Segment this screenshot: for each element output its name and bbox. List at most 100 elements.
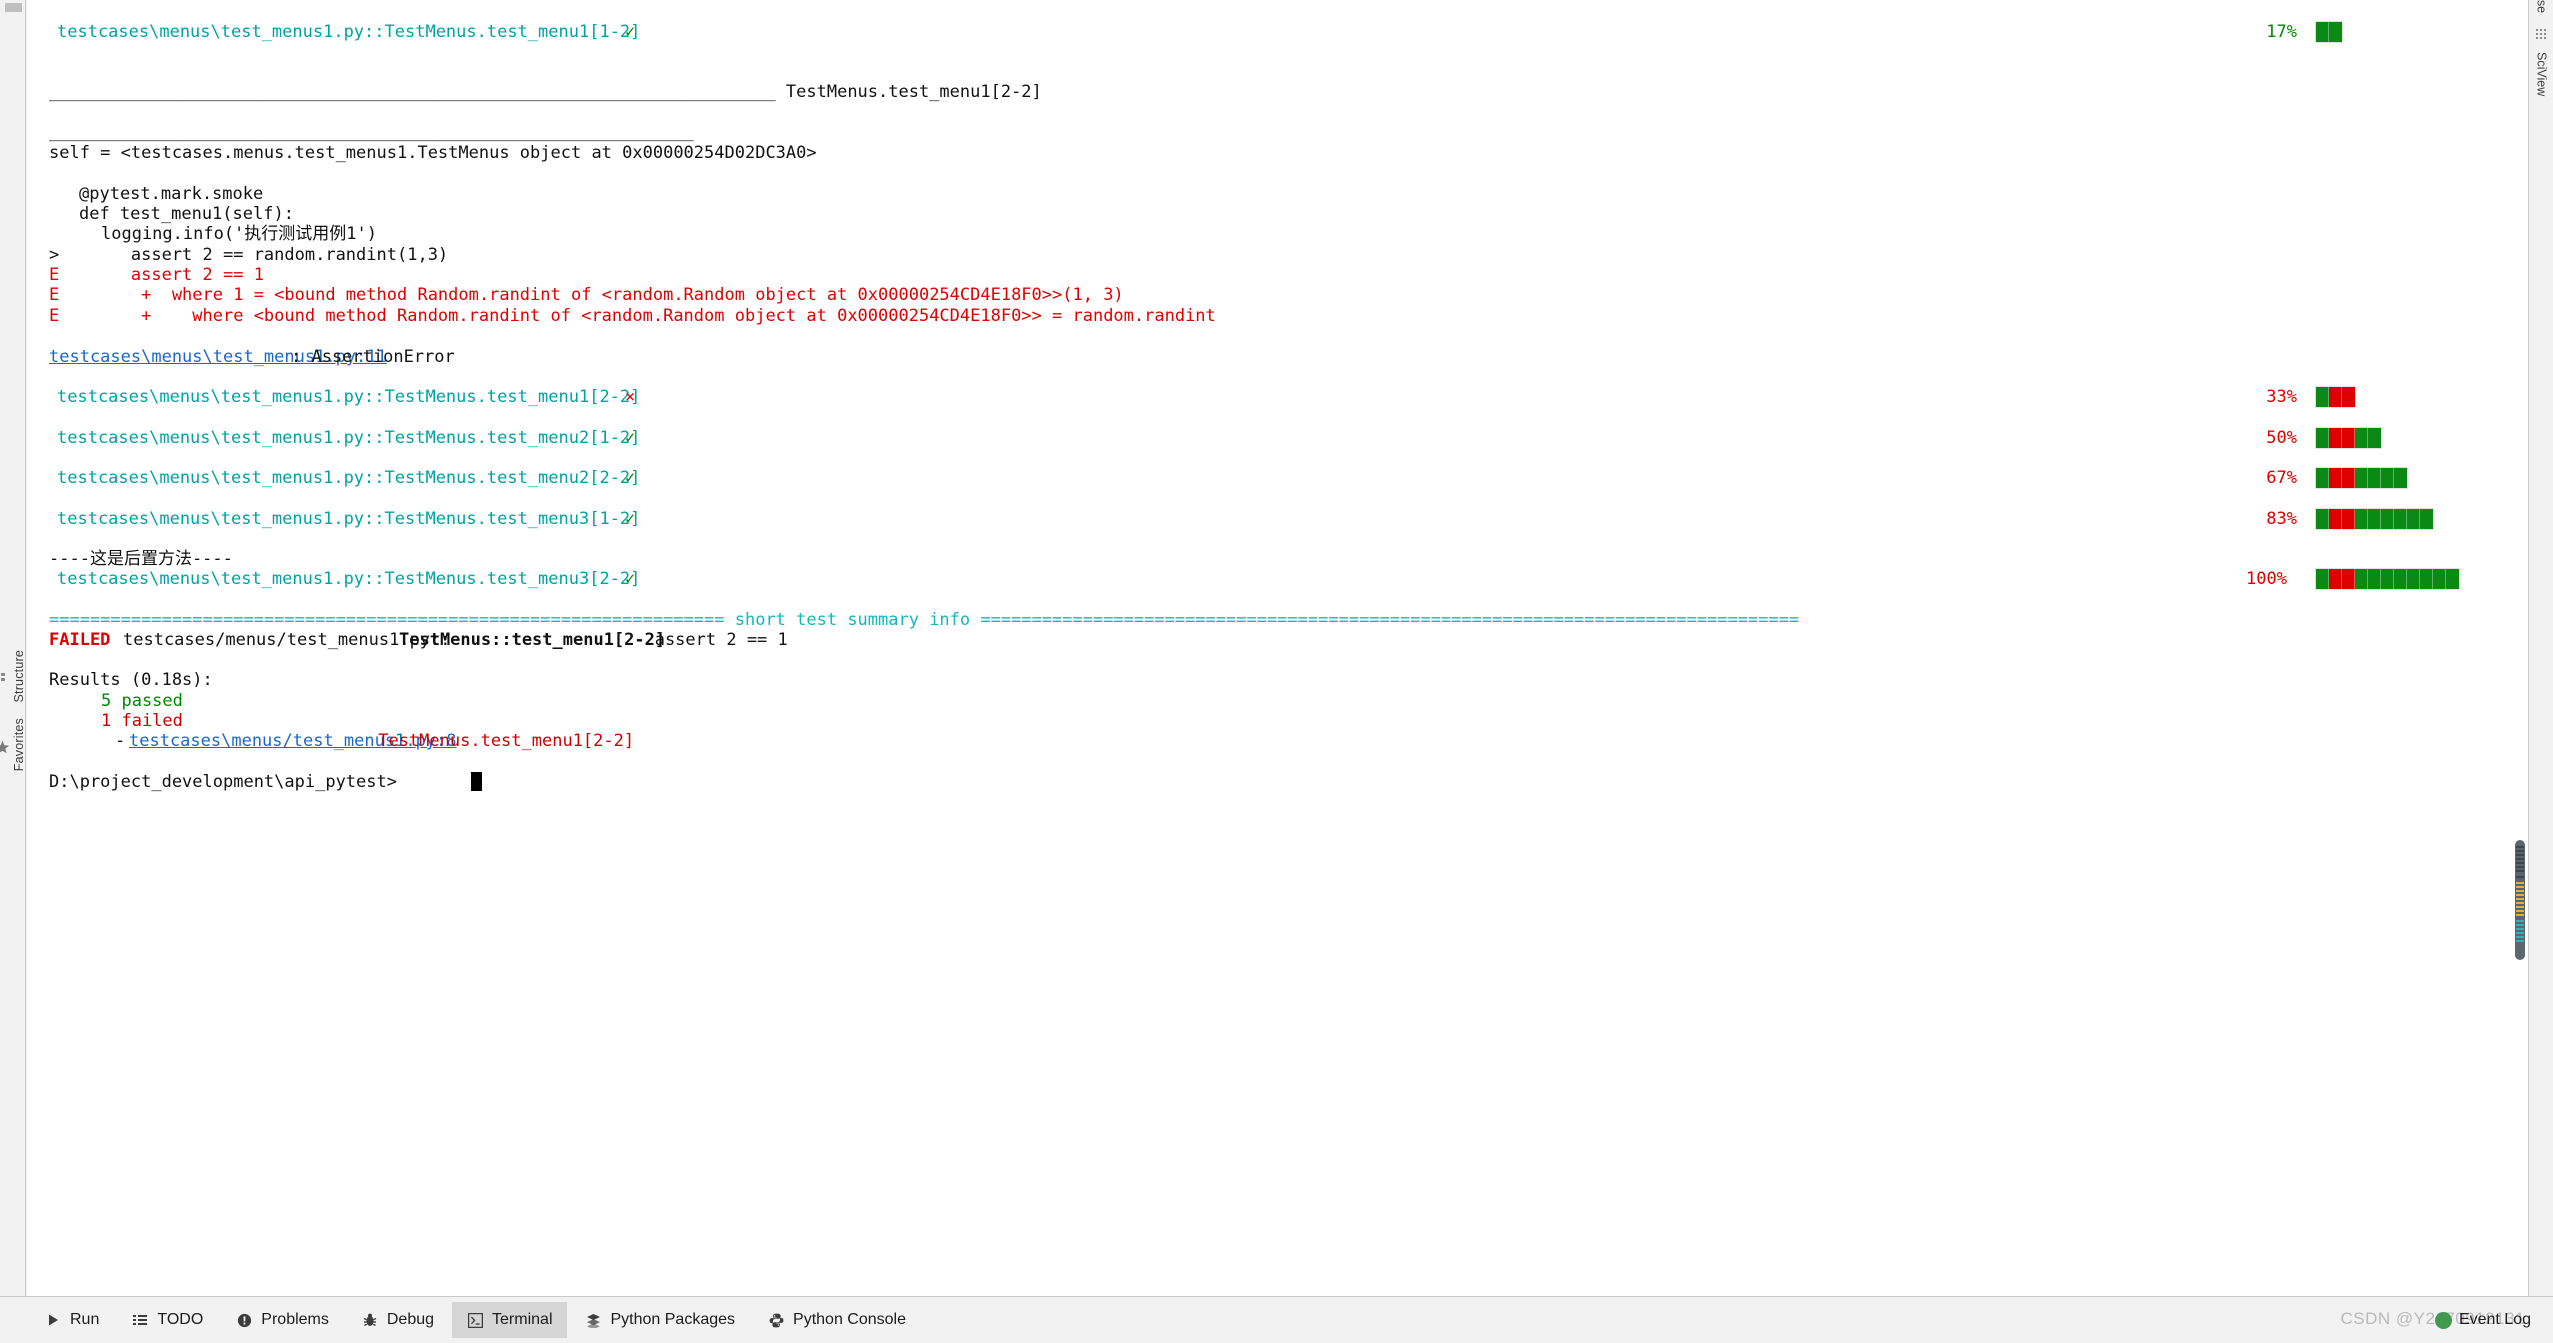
panel-grip-icon[interactable] [5, 3, 22, 12]
list-icon [131, 1311, 149, 1329]
progress-segment-pass [2407, 569, 2420, 589]
progress-segment-pass [2394, 569, 2407, 589]
tab-todo[interactable]: TODO [117, 1302, 217, 1338]
tab-python-packages[interactable]: Python Packages [571, 1302, 750, 1338]
terminal-line: self = <testcases.menus.test_menus1.Test… [49, 143, 817, 163]
progress-segment-pass [2368, 569, 2381, 589]
terminal-line: @pytest.mark.smoke [79, 184, 264, 204]
progress-segment-pass [2316, 22, 2329, 42]
packages-icon [585, 1311, 603, 1329]
progress-percent-label: 100% [2246, 569, 2287, 589]
progress-bar [2315, 386, 2356, 408]
tab-terminal[interactable]: Terminal [452, 1302, 567, 1338]
event-log-button[interactable]: Event Log [2434, 1311, 2531, 1329]
progress-segment-pass [2381, 569, 2394, 589]
event-log-indicator-icon [2434, 1311, 2452, 1329]
play-icon [44, 1311, 62, 1329]
terminal-line: Results (0.18s): [49, 670, 213, 690]
tab-todo-label: TODO [157, 1311, 204, 1328]
progress-segment-pass [2355, 569, 2368, 589]
terminal-line: testcases\menus\test_menus1.py::TestMenu… [57, 387, 651, 407]
terminal-line: testcases\menus\test_menus1.py::TestMenu… [57, 509, 651, 529]
progress-segment-pass [2316, 468, 2329, 488]
terminal-line: ========================================… [49, 610, 1800, 630]
star-icon [0, 740, 12, 755]
terminal-line: E + where 1 = <bound method Random.randi… [49, 285, 1124, 305]
sidebar-item-structure[interactable]: Structure [0, 650, 26, 703]
right-tool-rail: base SciView [2528, 0, 2553, 1296]
tab-debug-label: Debug [386, 1311, 435, 1328]
progress-bar [2315, 508, 2434, 530]
progress-segment-pass [2316, 387, 2329, 407]
terminal-line: 5 passed [101, 691, 183, 711]
terminal-line: ✓ [625, 22, 636, 42]
terminal-line: logging.info('执行测试用例1') [101, 224, 377, 244]
left-tool-rail: Structure Favorites [0, 0, 26, 1296]
progress-bar [2315, 21, 2343, 43]
terminal-line: > assert 2 == random.randint(1,3) [49, 245, 449, 265]
progress-segment-pass [2394, 509, 2407, 529]
terminal-line: ----这是后置方法---- [49, 549, 233, 569]
tab-debug[interactable]: Debug [347, 1302, 448, 1338]
event-log-label: Event Log [2458, 1311, 2531, 1328]
progress-segment-fail [2329, 569, 2342, 589]
progress-percent-label: 17% [2266, 22, 2297, 42]
terminal-line: ✓ [625, 569, 636, 589]
progress-segment-fail [2342, 468, 2355, 488]
progress-segment-fail [2329, 387, 2342, 407]
tab-problems-label: Problems [261, 1311, 329, 1328]
sidebar-item-sciview-label: SciView [2534, 52, 2549, 97]
structure-icon [0, 672, 12, 685]
terminal-scrollbar[interactable] [2513, 0, 2527, 1296]
terminal-line: testcases\menus\test_menus1.py::TestMenu… [57, 569, 651, 589]
tab-terminal-label: Terminal [492, 1311, 553, 1328]
progress-percent-label: 67% [2266, 468, 2297, 488]
progress-bar [2315, 568, 2460, 590]
terminal-line: ________________________________________… [49, 82, 1042, 102]
tab-python-console[interactable]: Python Console [753, 1302, 920, 1338]
progress-segment-pass [2316, 509, 2329, 529]
progress-segment-fail [2329, 509, 2342, 529]
terminal-line: ✓ [625, 509, 636, 529]
tab-python-packages-label: Python Packages [610, 1311, 736, 1328]
tab-problems[interactable]: Problems [221, 1302, 343, 1338]
terminal-output-panel[interactable]: testcases\menus\test_menus1.py::TestMenu… [27, 0, 2528, 1296]
progress-bar [2315, 427, 2382, 449]
status-bar-right: CSDN @Y2170912131 Event Log [2340, 1297, 2553, 1343]
terminal-line: - assert 2 == 1 [624, 630, 788, 650]
sidebar-item-structure-label: Structure [12, 650, 26, 703]
terminal-line: FAILED [49, 630, 111, 650]
tab-run-label: Run [70, 1311, 100, 1328]
pycharm-window: Structure Favorites testcases\menus\test… [0, 0, 2553, 1343]
sidebar-item-favorites-label: Favorites [12, 718, 26, 772]
terminal-line: E + where <bound method Random.randint o… [49, 306, 1216, 326]
progress-percent-label: 83% [2266, 509, 2297, 529]
terminal-scrollbar-thumb[interactable] [2515, 840, 2525, 960]
progress-segment-pass [2433, 569, 2446, 589]
terminal-line: ✓ [625, 428, 636, 448]
warning-circle-icon [235, 1311, 253, 1329]
sidebar-item-database[interactable]: base [2529, 0, 2553, 17]
terminal-line: ________________________________________… [49, 122, 694, 142]
progress-segment-pass [2355, 509, 2368, 529]
terminal-line: D:\project_development\api_pytest> [49, 772, 397, 792]
progress-bar [2315, 467, 2408, 489]
terminal-line: testcases\menus\test_menus1.py::TestMenu… [57, 428, 651, 448]
sidebar-item-database-label: base [2535, 0, 2549, 13]
progress-percent-label: 33% [2266, 387, 2297, 407]
progress-segment-fail [2329, 468, 2342, 488]
bug-icon [361, 1311, 379, 1329]
progress-segment-pass [2420, 569, 2433, 589]
sidebar-item-favorites[interactable]: Favorites [0, 718, 26, 771]
progress-segment-pass [2420, 509, 2433, 529]
terminal-cursor [471, 772, 482, 791]
terminal-line: × [625, 387, 636, 407]
tab-run[interactable]: Run [30, 1302, 113, 1338]
terminal-icon [466, 1311, 484, 1329]
progress-percent-label: 50% [2266, 428, 2297, 448]
terminal-line: TestMenus.test_menu1[2-2] [368, 731, 635, 751]
progress-segment-pass [2329, 22, 2342, 42]
sidebar-item-sciview[interactable]: SciView [2529, 52, 2553, 100]
terminal-line: : AssertionError [291, 347, 455, 367]
terminal-line: testcases\menus\test_menus1.py::TestMenu… [57, 468, 651, 488]
